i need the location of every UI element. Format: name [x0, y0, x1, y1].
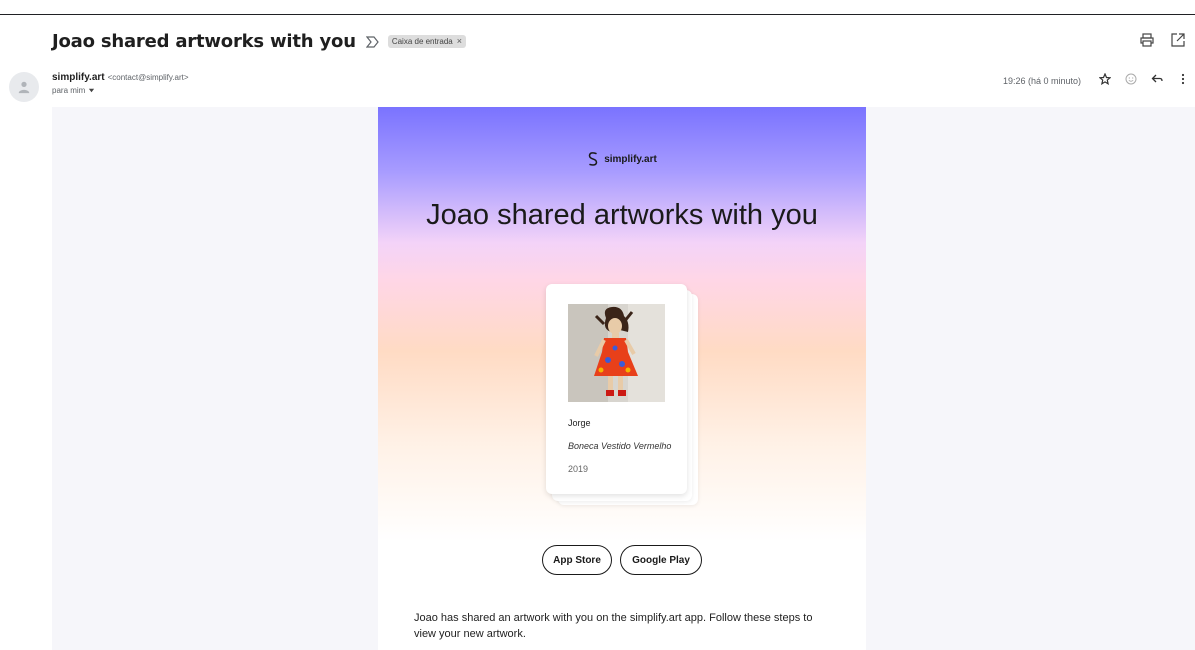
- caret-down-icon[interactable]: [88, 87, 95, 94]
- artwork-title: Boneca Vestido Vermelho: [568, 441, 672, 451]
- brand-name: simplify.art: [604, 153, 657, 165]
- sender-email: <contact@simplify.art>: [107, 73, 189, 82]
- star-icon[interactable]: [1098, 72, 1112, 90]
- recipient-label: para mim: [52, 86, 86, 95]
- message-meta: 19:26 (há 0 minuto): [1003, 72, 1189, 90]
- inbox-label-chip[interactable]: Caixa de entrada ×: [387, 34, 467, 48]
- simplify-logo-icon: [588, 152, 598, 166]
- artwork-image[interactable]: [568, 304, 665, 402]
- sender-line: simplify.art <contact@simplify.art>: [52, 72, 189, 83]
- artwork-year: 2019: [568, 464, 589, 474]
- label-remove-icon[interactable]: ×: [457, 36, 462, 46]
- email-body-text: Joao has shared an artwork with you on t…: [414, 612, 813, 640]
- recipient-line[interactable]: para mim: [52, 86, 95, 95]
- print-icon[interactable]: [1140, 33, 1154, 52]
- person-icon: [18, 81, 30, 94]
- artwork-card[interactable]: Jorge Boneca Vestido Vermelho 2019: [546, 284, 687, 494]
- subject-row: Joao shared artworks with you Caixa de e…: [52, 29, 467, 53]
- important-marker-icon[interactable]: [365, 35, 380, 48]
- label-chip-text: Caixa de entrada: [391, 36, 453, 46]
- message-timestamp: 19:26 (há 0 minuto): [1002, 76, 1081, 86]
- reply-icon[interactable]: [1151, 72, 1163, 90]
- top-actions: [1140, 33, 1185, 52]
- open-in-new-window-icon[interactable]: [1171, 33, 1185, 52]
- google-play-button[interactable]: Google Play: [620, 545, 702, 575]
- store-buttons: App Store Google Play: [378, 545, 866, 575]
- top-divider: [0, 14, 1195, 15]
- sender-name[interactable]: simplify.art: [52, 72, 105, 83]
- sender-avatar: [9, 72, 39, 102]
- more-vertical-icon[interactable]: [1177, 72, 1189, 90]
- brand-header[interactable]: simplify.art: [378, 151, 866, 167]
- emoji-reaction-icon[interactable]: [1125, 72, 1137, 90]
- app-store-button[interactable]: App Store: [542, 545, 612, 575]
- email-content: simplify.art Joao shared artworks with y…: [378, 107, 866, 650]
- email-subject: Joao shared artworks with you: [52, 30, 356, 52]
- artwork-artist: Jorge: [568, 418, 591, 428]
- hero-title: Joao shared artworks with you: [426, 199, 818, 231]
